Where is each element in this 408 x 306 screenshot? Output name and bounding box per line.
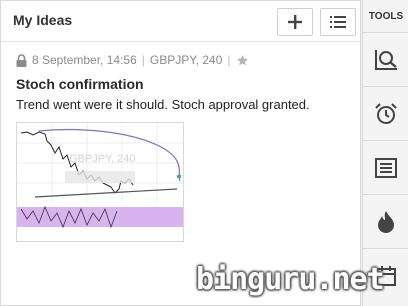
watermark: binguru.net [196,262,385,297]
lock-icon [16,53,27,67]
idea-description: Trend went were it should. Stoch approva… [16,97,310,112]
news-icon [375,157,397,178]
tools-label: TOOLS [363,0,408,33]
screener-search-icon [375,49,397,70]
tools-sidebar: TOOLS [362,0,408,306]
hotlist-flame-icon [378,210,394,233]
panel-header: My Ideas [1,1,360,42]
idea-title[interactable]: Stoch confirmation [16,76,144,92]
idea-date: 8 September, 14:56 [32,53,137,67]
alarm-clock-icon [375,102,397,124]
thumbnail-chart [17,123,183,229]
idea-symbol[interactable]: GBPJPY, 240 [150,53,223,67]
add-idea-button[interactable] [277,8,313,36]
meta-separator: | [227,53,231,67]
panel-title: My Ideas [13,12,73,28]
idea-meta: 8 September, 14:56 | GBPJPY, 240 | [16,53,249,67]
idea-chart-thumbnail[interactable]: GBPJPY, 240 [16,122,184,242]
tool-alerts[interactable] [363,87,408,141]
tool-hotlists[interactable] [363,195,408,249]
list-icon [330,16,346,28]
plus-icon [288,15,302,29]
star-icon[interactable] [236,54,249,67]
tool-screener[interactable] [363,33,408,87]
tool-news[interactable] [363,141,408,195]
list-view-button[interactable] [320,8,356,36]
meta-separator: | [141,53,145,67]
ideas-panel: My Ideas 8 September, 14:56 | GBPJPY, 24… [0,0,361,306]
thumbnail-symbol-watermark: GBPJPY, 240 [69,153,136,165]
